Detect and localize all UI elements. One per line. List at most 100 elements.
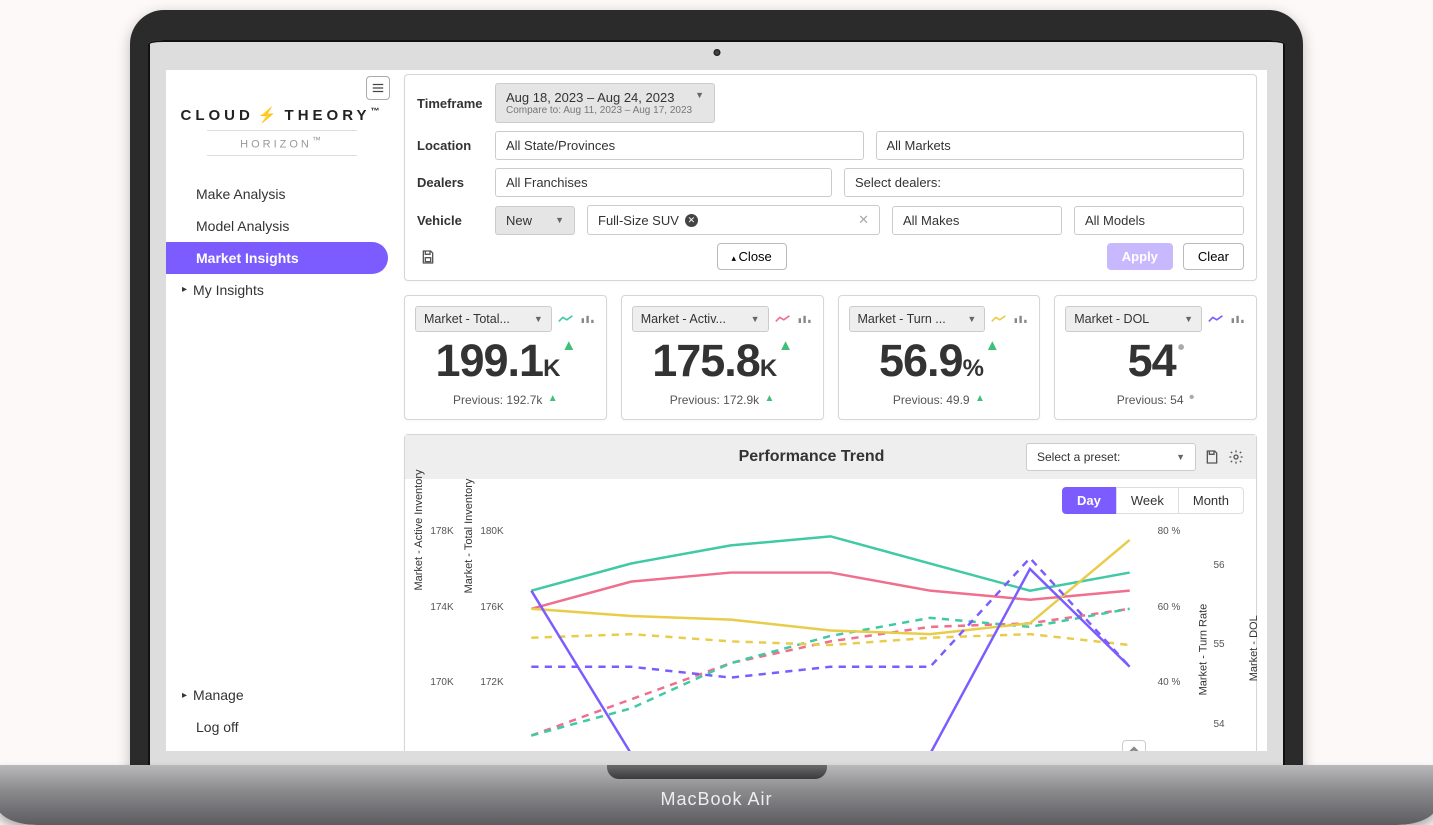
axis-total-inventory: Market - Total Inventory 180K176K172K168…: [467, 520, 517, 751]
remove-chip-icon[interactable]: ✕: [685, 214, 698, 227]
nav-model-analysis[interactable]: Model Analysis: [166, 210, 398, 242]
macbook-label: MacBook Air: [0, 789, 1433, 810]
close-button[interactable]: Close: [717, 243, 787, 270]
sparkline-icon[interactable]: [775, 313, 791, 325]
save-icon: [420, 249, 436, 265]
barchart-icon[interactable]: [1230, 313, 1246, 325]
axis-turn-rate: Market - Turn Rate 80 %60 %40 %20 %: [1144, 520, 1194, 751]
axis-active-inventory: Market - Active Inventory 178K174K170K16…: [417, 520, 467, 751]
trend-flat-icon: •: [1189, 389, 1195, 406]
chevron-down-icon: ▼: [967, 314, 976, 324]
metric-previous: Previous: 54 •: [1065, 393, 1246, 407]
sidebar: CLOUD⚡THEORY™ HORIZON™ Make Analysis Mod…: [166, 70, 398, 751]
vehicle-segment-input[interactable]: Full-Size SUV ✕ ✕: [587, 205, 880, 235]
metric-total-inventory: Market - Total...▼ 199.1K▲ Previous: 192…: [404, 295, 607, 420]
metric-value: 56.9%▲: [849, 338, 1030, 383]
app-screen: CLOUD⚡THEORY™ HORIZON™ Make Analysis Mod…: [166, 70, 1267, 751]
brand-block: CLOUD⚡THEORY™ HORIZON™: [166, 106, 398, 156]
hamburger-icon: [371, 81, 385, 95]
axis-label: Market - DOL: [1248, 615, 1260, 681]
caret-right-icon: ▸: [182, 284, 187, 295]
chart-card: Performance Trend Select a preset:▼ Day …: [404, 434, 1257, 751]
hamburger-button[interactable]: [366, 76, 390, 100]
metric-previous: Previous: 49.9 ▲: [849, 393, 1030, 407]
laptop-bezel: CLOUD⚡THEORY™ HORIZON™ Make Analysis Mod…: [130, 10, 1303, 795]
location-states-select[interactable]: All State/Provinces: [495, 131, 864, 160]
nav-manage[interactable]: ▸ Manage: [166, 679, 398, 711]
dealers-label: Dealers: [417, 175, 483, 190]
chevron-down-icon: ▼: [695, 90, 704, 105]
dealers-select[interactable]: Select dealers:: [844, 168, 1244, 197]
sidebar-footer: ▸ Manage Log off: [166, 679, 398, 743]
chevron-up-icon: [1123, 741, 1145, 751]
metric-value: 175.8K▲: [632, 338, 813, 383]
nav-my-insights[interactable]: ▸ My Insights: [166, 274, 398, 306]
axis-label: Market - Active Inventory: [413, 469, 425, 590]
save-icon[interactable]: [1204, 449, 1220, 465]
metric-previous: Previous: 172.9k ▲: [632, 393, 813, 407]
metric-select[interactable]: Market - Activ...▼: [632, 306, 769, 332]
sparkline-icon[interactable]: [991, 313, 1007, 325]
brand-word-1: CLOUD: [181, 107, 254, 124]
brand-subtitle: HORIZON™: [207, 130, 357, 156]
trademark-icon: ™: [370, 106, 383, 116]
range-week[interactable]: Week: [1116, 487, 1179, 514]
metric-select[interactable]: Market - DOL▼: [1065, 306, 1202, 332]
barchart-icon[interactable]: [580, 313, 596, 325]
chevron-down-icon: ▼: [751, 314, 760, 324]
metric-select[interactable]: Market - Total...▼: [415, 306, 552, 332]
axis-dol: Market - DOL 565554: [1194, 520, 1244, 751]
metric-active-inventory: Market - Activ...▼ 175.8K▲ Previous: 172…: [621, 295, 824, 420]
metric-turn-rate: Market - Turn ...▼ 56.9%▲ Previous: 49.9…: [838, 295, 1041, 420]
gear-icon[interactable]: [1228, 449, 1244, 465]
scroll-top-button[interactable]: [1122, 740, 1146, 751]
nav-label: Manage: [193, 687, 244, 703]
chip-label: Full-Size SUV: [598, 213, 679, 228]
filter-panel: Timeframe Aug 18, 2023 – Aug 24, 2023 ▼ …: [404, 74, 1257, 281]
nav-label: My Insights: [193, 282, 264, 298]
vehicle-condition-select[interactable]: New▼: [495, 206, 575, 235]
trend-up-icon: ▲: [985, 337, 999, 354]
trend-up-icon: ▲: [765, 393, 775, 404]
clear-input-icon[interactable]: ✕: [858, 212, 869, 228]
sparkline-icon[interactable]: [558, 313, 574, 325]
barchart-icon[interactable]: [797, 313, 813, 325]
bolt-icon: ⚡: [254, 107, 285, 124]
vehicle-label: Vehicle: [417, 213, 483, 228]
metric-previous: Previous: 192.7k ▲: [415, 393, 596, 407]
apply-button[interactable]: Apply: [1107, 243, 1173, 270]
range-day[interactable]: Day: [1062, 487, 1116, 514]
chevron-down-icon: ▼: [555, 215, 564, 225]
barchart-icon[interactable]: [1013, 313, 1029, 325]
nav-logoff[interactable]: Log off: [166, 711, 398, 743]
chart-canvas[interactable]: [517, 520, 1144, 751]
sparkline-icon[interactable]: [1208, 313, 1224, 325]
timeframe-compare: Compare to: Aug 11, 2023 – Aug 17, 2023: [506, 105, 692, 116]
location-markets-select[interactable]: All Markets: [876, 131, 1245, 160]
chart-title: Performance Trend: [597, 448, 1026, 466]
nav-make-analysis[interactable]: Make Analysis: [166, 178, 398, 210]
metric-select[interactable]: Market - Turn ...▼: [849, 306, 986, 332]
preset-select[interactable]: Select a preset:▼: [1026, 443, 1196, 471]
timeframe-select[interactable]: Aug 18, 2023 – Aug 24, 2023 ▼ Compare to…: [495, 83, 715, 123]
laptop-base: MacBook Air: [0, 765, 1433, 825]
metric-value: 199.1K▲: [415, 338, 596, 383]
chevron-down-icon: ▼: [1184, 314, 1193, 324]
trend-flat-icon: •: [1178, 337, 1184, 359]
plot-area: Market - Active Inventory 178K174K170K16…: [417, 520, 1244, 751]
axis-label: Market - Total Inventory: [463, 479, 475, 594]
metric-dol: Market - DOL▼ 54• Previous: 54 •: [1054, 295, 1257, 420]
camera-icon: [713, 49, 720, 56]
range-toggle: Day Week Month: [417, 487, 1244, 514]
chevron-down-icon: ▼: [534, 314, 543, 324]
clear-button[interactable]: Clear: [1183, 243, 1244, 270]
segment-chip[interactable]: Full-Size SUV ✕: [598, 213, 698, 228]
metric-row: Market - Total...▼ 199.1K▲ Previous: 192…: [404, 295, 1257, 420]
vehicle-models-select[interactable]: All Models: [1074, 206, 1244, 235]
save-filter-button[interactable]: [417, 246, 439, 268]
vehicle-makes-select[interactable]: All Makes: [892, 206, 1062, 235]
dealers-franchises-select[interactable]: All Franchises: [495, 168, 832, 197]
range-month[interactable]: Month: [1179, 487, 1244, 514]
nav-market-insights[interactable]: Market Insights: [166, 242, 388, 274]
trend-up-icon: ▲: [561, 337, 575, 354]
